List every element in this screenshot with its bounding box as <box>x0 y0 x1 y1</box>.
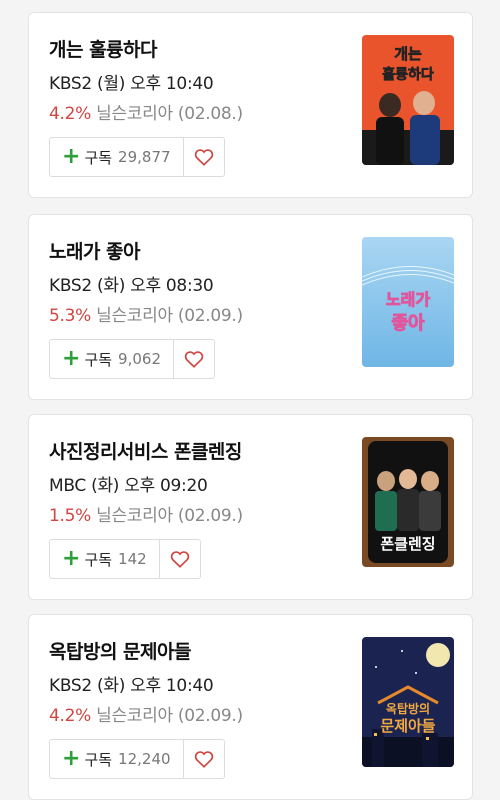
action-group: + 구독 142 <box>49 539 201 579</box>
heart-icon <box>170 551 189 568</box>
subscribe-button[interactable]: + 구독 29,877 <box>50 138 183 176</box>
subscriber-count: 142 <box>118 550 147 568</box>
action-group: + 구독 29,877 <box>49 137 225 177</box>
poster-title-line-1: 개는 <box>394 45 422 63</box>
favorite-button[interactable] <box>173 340 214 378</box>
rating-value: 4.2% <box>49 706 91 726</box>
subscribe-button[interactable]: + 구독 142 <box>50 540 159 578</box>
program-poster[interactable]: 노래가 좋아 <box>362 237 454 367</box>
rating-value: 5.3% <box>49 306 91 326</box>
rating-source: 닐슨코리아 (02.09.) <box>96 306 243 326</box>
broadcast-schedule: KBS2 (화) 오후 08:30 <box>49 276 214 296</box>
subscribe-label: 구독 <box>84 550 113 569</box>
rating-source: 닐슨코리아 (02.09.) <box>96 506 243 526</box>
broadcast-schedule: KBS2 (화) 오후 10:40 <box>49 676 214 696</box>
poster-title-line-2: 훌륭하다 <box>382 66 434 83</box>
program-card[interactable]: 옥탑방의 문제아들 KBS2 (화) 오후 10:40 4.2% 닐슨코리아 (… <box>28 614 473 800</box>
rating-line: 1.5% 닐슨코리아 (02.09.) <box>49 501 243 526</box>
poster-title-line-2: 좋아 <box>391 313 425 334</box>
plus-icon: + <box>62 346 81 371</box>
favorite-button[interactable] <box>182 740 224 778</box>
program-title[interactable]: 개는 훌륭하다 <box>49 35 158 62</box>
heart-icon <box>184 351 204 368</box>
plus-icon: + <box>62 546 81 571</box>
broadcast-schedule: MBC (화) 오후 09:20 <box>49 476 208 496</box>
rating-source: 닐슨코리아 (02.08.) <box>96 104 243 124</box>
program-card[interactable]: 노래가 좋아 KBS2 (화) 오후 08:30 5.3% 닐슨코리아 (02.… <box>28 214 473 400</box>
program-title[interactable]: 옥탑방의 문제아들 <box>49 637 191 664</box>
subscribe-label: 구독 <box>84 148 113 167</box>
favorite-button[interactable] <box>158 540 200 578</box>
subscribe-button[interactable]: + 구독 12,240 <box>50 740 183 778</box>
poster-title-line-1: 폰클렌징 <box>380 535 435 553</box>
subscriber-count: 9,062 <box>118 350 161 368</box>
plus-icon: + <box>62 144 81 169</box>
action-group: + 구독 12,240 <box>49 739 225 779</box>
rating-value: 4.2% <box>49 104 91 124</box>
subscribe-label: 구독 <box>84 750 113 769</box>
heart-icon <box>194 751 213 768</box>
subscriber-count: 12,240 <box>118 750 171 768</box>
favorite-button[interactable] <box>182 138 224 176</box>
program-poster[interactable]: 폰클렌징 <box>362 437 454 567</box>
program-poster[interactable]: 개는 훌륭하다 <box>362 35 454 165</box>
poster-title-line-1: 노래가 <box>386 290 430 309</box>
broadcast-schedule: KBS2 (월) 오후 10:40 <box>49 74 214 94</box>
rating-source: 닐슨코리아 (02.09.) <box>96 706 243 726</box>
rating-line: 4.2% 닐슨코리아 (02.08.) <box>49 99 243 124</box>
program-title[interactable]: 사진정리서비스 폰클렌징 <box>49 437 242 464</box>
program-card[interactable]: 개는 훌륭하다 KBS2 (월) 오후 10:40 4.2% 닐슨코리아 (02… <box>28 12 473 198</box>
action-group: + 구독 9,062 <box>49 339 215 379</box>
poster-title-line-2: 문제아들 <box>380 717 435 735</box>
subscribe-button[interactable]: + 구독 9,062 <box>50 340 173 378</box>
program-poster[interactable]: 옥탑방의 문제아들 <box>362 637 454 767</box>
rating-line: 4.2% 닐슨코리아 (02.09.) <box>49 701 243 726</box>
plus-icon: + <box>62 746 81 771</box>
subscriber-count: 29,877 <box>118 148 171 166</box>
rating-line: 5.3% 닐슨코리아 (02.09.) <box>49 301 243 326</box>
program-list: 개는 훌륭하다 KBS2 (월) 오후 10:40 4.2% 닐슨코리아 (02… <box>0 0 500 800</box>
poster-title-line-1: 옥탑방의 <box>386 701 430 716</box>
program-card[interactable]: 사진정리서비스 폰클렌징 MBC (화) 오후 09:20 1.5% 닐슨코리아… <box>28 414 473 600</box>
program-title[interactable]: 노래가 좋아 <box>49 237 141 264</box>
rating-value: 1.5% <box>49 506 91 526</box>
heart-icon <box>194 149 213 166</box>
subscribe-label: 구독 <box>84 350 113 369</box>
